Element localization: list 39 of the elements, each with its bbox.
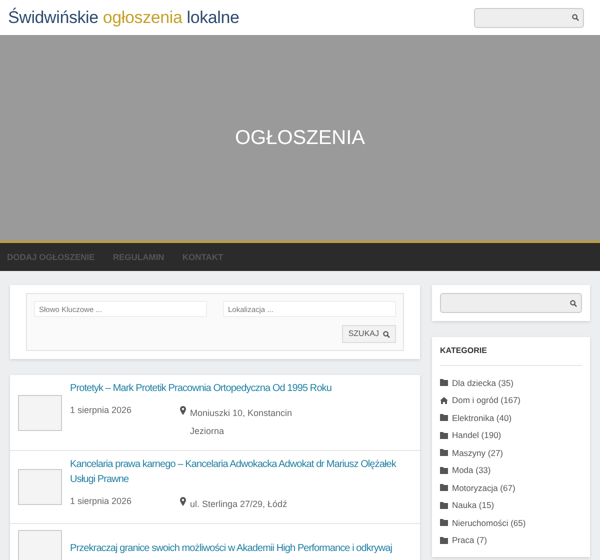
listing-date: 1 sierpnia 2026	[70, 404, 133, 417]
folder-icon	[440, 519, 448, 526]
listing-title[interactable]: Przekraczaj granice swoich możliwości w Akademii High Performance i odkrywaj	[70, 540, 416, 556]
hero-title: OGŁOSZENIA	[234, 126, 366, 151]
folder-icon	[440, 449, 448, 456]
folder-icon	[440, 484, 448, 492]
search-icon	[570, 300, 577, 306]
category-link[interactable]: Handel (190)	[440, 426, 582, 444]
home-icon	[440, 396, 448, 404]
listing-title[interactable]: Kancelaria prawa karnego – Kancelaria Adwokacka Adwokat dr Mariusz Olężałek Usługi Prawne	[70, 457, 416, 487]
folder-icon	[440, 466, 448, 474]
listing-location: Moniuszki 10, Konstancin Jeziorna	[190, 407, 294, 438]
search-icon	[572, 14, 579, 21]
category-link[interactable]: Motoryzacja (67)	[440, 479, 582, 496]
category-link[interactable]: Elektronika (40)	[440, 409, 582, 426]
search-button[interactable]: SZUKAJ	[342, 325, 396, 343]
category-link[interactable]: Nauka (15)	[440, 496, 582, 514]
listing-title[interactable]: Protetyk – Mark Protetik Pracownia Ortopedyczna Od 1995 Roku	[70, 381, 416, 396]
category-link[interactable]: Dla dziecka (35)	[440, 374, 582, 392]
map-pin-icon	[180, 406, 186, 415]
listing-location: ul. Sterlinga 27/29, Łódź	[190, 498, 288, 511]
image-placeholder	[18, 469, 62, 505]
folder-icon	[440, 414, 448, 422]
category-link[interactable]: Praca (7)	[440, 532, 582, 549]
folder-icon	[440, 536, 448, 544]
folder-icon	[440, 502, 448, 509]
category-link[interactable]: Dom i ogród (167)	[440, 392, 582, 409]
category-link[interactable]: Maszyny (27)	[440, 444, 582, 462]
map-pin-icon	[180, 497, 186, 506]
image-placeholder	[18, 394, 62, 430]
search-field[interactable]	[474, 8, 584, 28]
category-link[interactable]: Moda (33)	[440, 462, 582, 479]
listing-date: 1 sierpnia 2026	[70, 495, 133, 508]
folder-icon	[440, 379, 448, 386]
folder-icon	[440, 432, 448, 439]
search-field[interactable]	[440, 293, 582, 313]
category-link[interactable]: Nieruchomości (65)	[440, 514, 582, 532]
categories-heading: KATEGORIE	[440, 345, 582, 366]
search-icon	[383, 330, 390, 338]
